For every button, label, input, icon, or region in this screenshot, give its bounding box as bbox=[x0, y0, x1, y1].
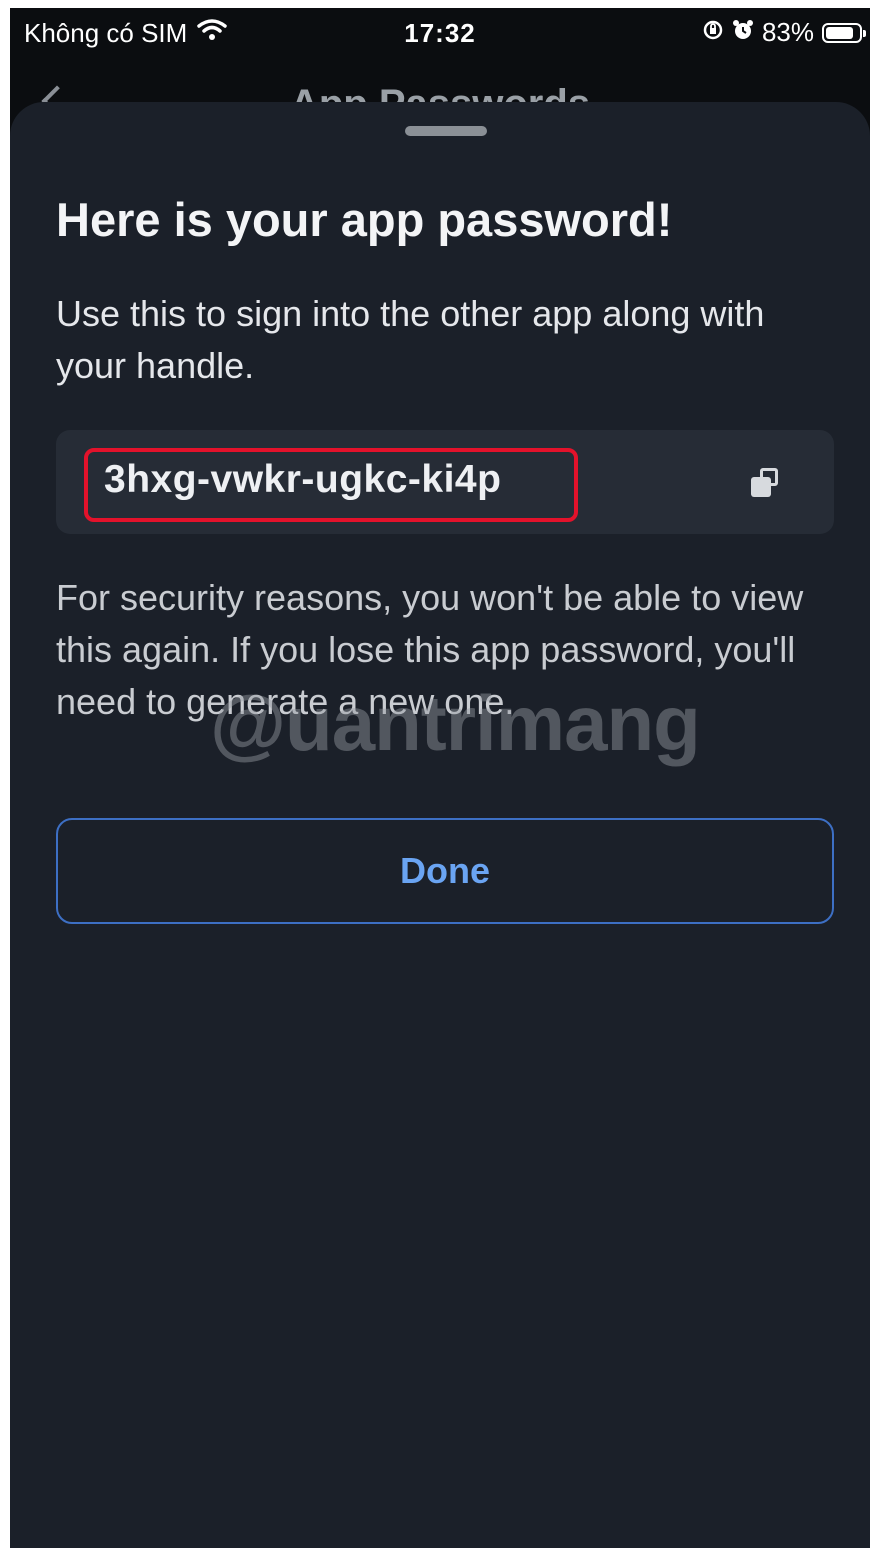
copy-icon-front bbox=[751, 477, 771, 497]
battery-icon bbox=[822, 22, 866, 43]
battery-fill bbox=[826, 26, 853, 39]
status-indicators: 83% bbox=[702, 17, 866, 48]
alarm-icon bbox=[732, 17, 754, 48]
phone-screen: Không có SIM 17:32 83% Here is your app … bbox=[10, 8, 870, 1548]
sheet-description: Use this to sign into the other app alon… bbox=[56, 293, 765, 386]
sheet-drag-handle[interactable] bbox=[405, 126, 487, 136]
sheet-title: Here is your app password! bbox=[56, 193, 673, 246]
app-password-sheet: Here is your app password! Use this to s… bbox=[10, 102, 870, 1548]
app-password-value[interactable]: 3hxg-vwkr-ugkc-ki4p bbox=[104, 458, 501, 502]
copy-button[interactable] bbox=[736, 460, 792, 510]
battery-nub bbox=[863, 29, 866, 37]
status-bar: Không có SIM 17:32 83% bbox=[10, 8, 870, 60]
watermark-logo: @uantrimang bbox=[210, 679, 701, 767]
rotation-lock-icon bbox=[702, 17, 724, 48]
done-button[interactable]: Done bbox=[56, 818, 834, 924]
battery-percent: 83% bbox=[761, 17, 814, 47]
password-field[interactable]: 3hxg-vwkr-ugkc-ki4p bbox=[56, 430, 834, 534]
